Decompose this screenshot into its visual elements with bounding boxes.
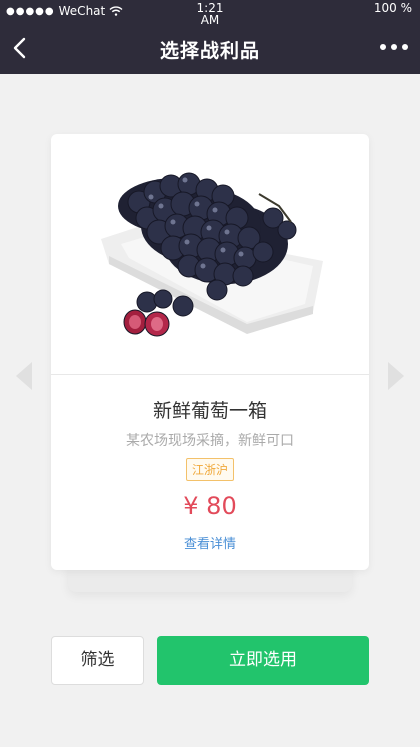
more-icon[interactable] (380, 40, 410, 54)
product-price: ¥ 80 (183, 492, 237, 520)
next-arrow-icon[interactable] (386, 360, 406, 392)
select-now-button[interactable]: 立即选用 (157, 636, 369, 685)
product-description: 某农场现场采摘，新鲜可口 (126, 433, 294, 449)
region-tag-wrapper: 江浙沪 (51, 458, 369, 481)
navigation-bar: ●●●●● WeChat 1:21 AM 100 % 选择战利品 (0, 0, 420, 74)
status-bar: ●●●●● WeChat 1:21 AM 100 % (0, 0, 420, 27)
product-name: 新鲜葡萄一箱 (152, 400, 267, 422)
view-details-link[interactable]: 查看详情 (51, 533, 369, 552)
page-title: 选择战利品 (159, 40, 260, 62)
product-card[interactable]: 新鲜葡萄一箱 某农场现场采摘，新鲜可口 江浙沪 ¥ 80 查看详情 (51, 134, 369, 570)
card-divider (51, 374, 369, 375)
time-label: 1:21 AM (196, 1, 224, 27)
filter-button[interactable]: 筛选 (51, 636, 144, 685)
product-image (101, 172, 323, 337)
battery-label: 100 % (373, 1, 412, 15)
region-tag: 江浙沪 (185, 458, 234, 481)
prev-arrow-icon[interactable] (14, 360, 34, 392)
status-time: 1:21 AM (0, 2, 420, 26)
